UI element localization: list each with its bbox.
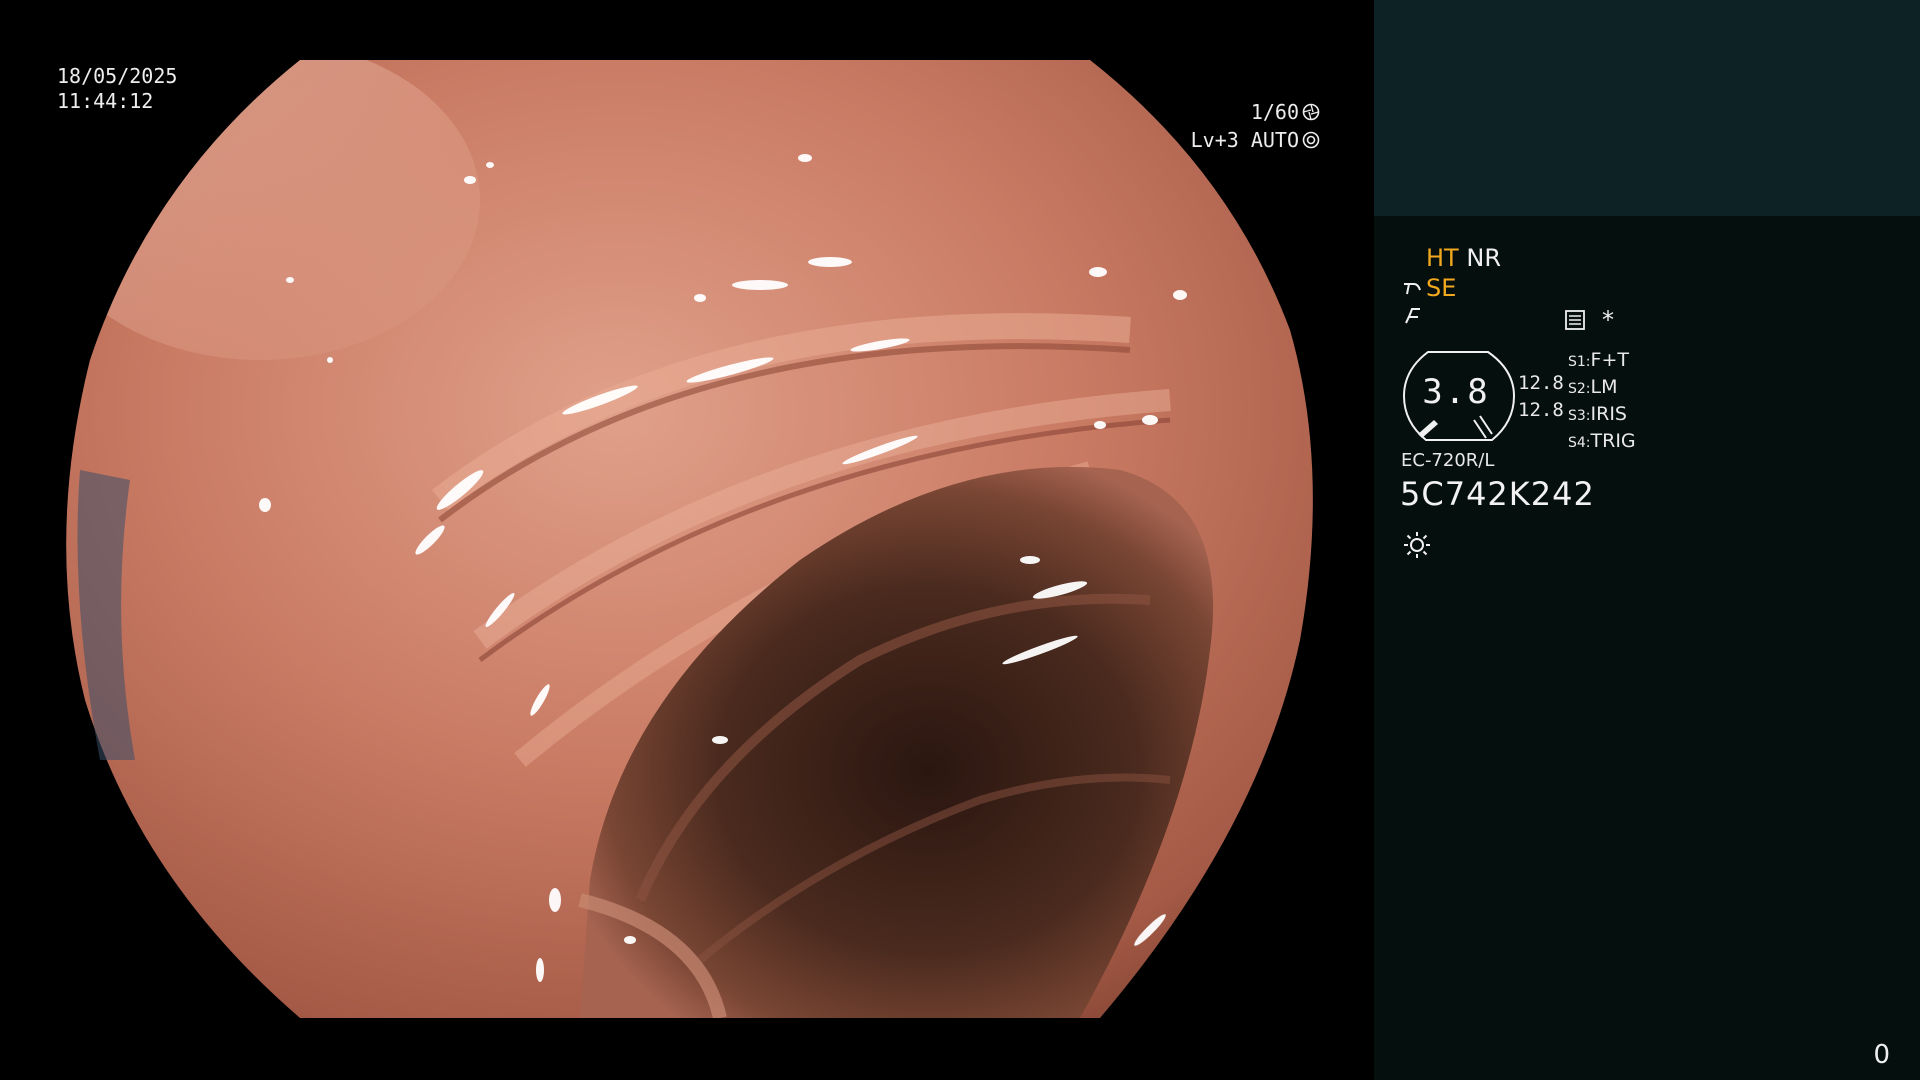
- switch-key: S4:: [1568, 435, 1591, 451]
- asterisk-mark: *: [1602, 306, 1614, 334]
- dial-side-top: 12.8: [1518, 372, 1564, 394]
- time-text: 11:44:12: [57, 89, 154, 113]
- status-panel: HT NR SE * 3.8 12.8 12.8 S1:F+T S2:LM S3…: [1374, 0, 1920, 1080]
- switch-value: IRIS: [1590, 403, 1627, 425]
- level-row: Lv+3 AUTO: [1191, 126, 1320, 154]
- shutter-text: 1/60: [1250, 100, 1299, 124]
- patient-info-area: [1374, 0, 1920, 216]
- switch-row: S2:LM: [1568, 375, 1636, 402]
- shutter-row: 1/60: [1191, 98, 1320, 126]
- endoscope-image: [66, 60, 1313, 1018]
- dial-side-values: 12.8 12.8: [1518, 370, 1564, 424]
- menu-icon: [1565, 310, 1585, 330]
- freeze-row: [1402, 305, 1424, 333]
- dial-value: 3.8: [1422, 372, 1490, 412]
- switch-row: S4:TRIG: [1568, 429, 1636, 456]
- freeze-icon: [1405, 308, 1420, 324]
- auto-iris-icon: [1302, 131, 1320, 149]
- switch-key: S3:: [1568, 408, 1591, 424]
- exposure-display: 1/60 Lv+3 AUTO: [1191, 98, 1320, 154]
- switch-value: LM: [1590, 376, 1618, 398]
- menu-row: *: [1564, 306, 1614, 334]
- ht-label: HT: [1426, 244, 1459, 272]
- switch-row: S1:F+T: [1568, 348, 1636, 375]
- switch-key: S2:: [1568, 381, 1591, 397]
- switch-value: TRIG: [1590, 430, 1636, 452]
- switch-assignments: S1:F+T S2:LM S3:IRIS S4:TRIG: [1568, 348, 1636, 456]
- level-mode-text: Lv+3 AUTO: [1190, 128, 1299, 152]
- image-counter: 0: [1873, 1040, 1890, 1070]
- switch-row: S3:IRIS: [1568, 402, 1636, 429]
- date-text: 18/05/2025: [57, 64, 178, 88]
- switch-key: S1:: [1568, 354, 1591, 370]
- lamp-icon: [1404, 532, 1430, 558]
- switch-value: F+T: [1590, 349, 1629, 371]
- shutter-icon: [1302, 103, 1320, 121]
- walking-icon: [1404, 283, 1421, 295]
- structure-row: SE: [1402, 274, 1456, 302]
- se-label: SE: [1426, 274, 1457, 302]
- date-time-display: 18/05/2025 11:44:12: [57, 64, 177, 114]
- scope-model: EC-720R/L: [1401, 450, 1495, 471]
- serial-number: 5C742K242: [1400, 475, 1595, 513]
- enhancement-row: HT NR: [1426, 244, 1501, 272]
- nr-label: NR: [1466, 244, 1501, 272]
- endoscope-view: 18/05/2025 11:44:12 1/60 Lv+3 AUTO: [0, 0, 1374, 1080]
- dial-side-bottom: 12.8: [1518, 399, 1564, 421]
